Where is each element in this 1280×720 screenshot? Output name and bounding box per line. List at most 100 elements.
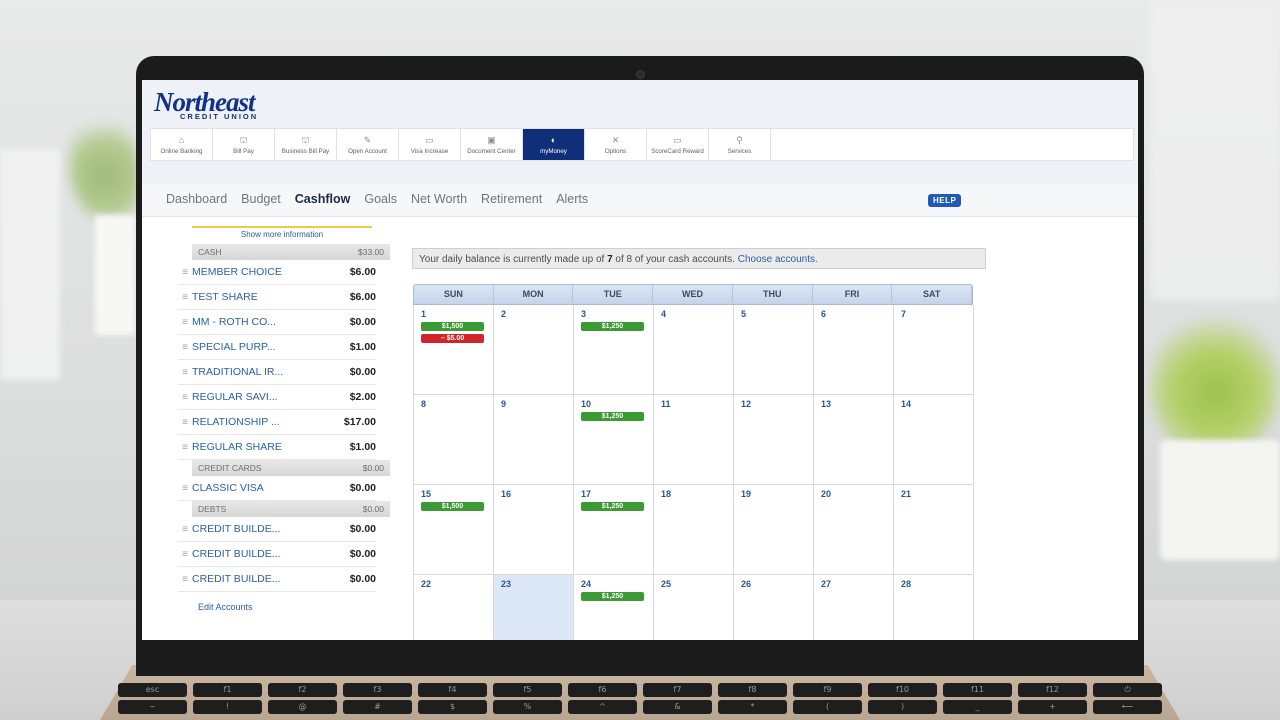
account-balance: $0.00 [349,316,376,328]
show-more-link[interactable]: Show more information [192,226,372,244]
keyboard-key: ( [793,700,862,714]
subnav-retirement[interactable]: Retirement [481,192,542,206]
account-name[interactable]: TRADITIONAL IR... [192,366,332,378]
nav-tab-scorecard-reward[interactable]: ▭ ScoreCard Reward [647,129,709,160]
income-event-pill[interactable]: $1,500 [421,502,484,511]
drag-handle-icon[interactable]: ≡ [178,267,192,278]
calendar-day-cell[interactable]: 26 [734,575,814,640]
drag-handle-icon[interactable]: ≡ [178,292,192,303]
calendar-day-cell[interactable]: 19 [734,485,814,575]
subnav-alerts[interactable]: Alerts [556,192,588,206]
calendar-day-cell[interactable]: 18 [654,485,734,575]
calendar-day-cell[interactable]: 7 [894,305,974,395]
nav-tab-business-bill-pay[interactable]: ⛫ Business Bill Pay [275,129,337,160]
calendar-day-cell[interactable]: 20 [814,485,894,575]
expense-event-pill[interactable]: – $5.00 [421,334,484,343]
subnav-net-worth[interactable]: Net Worth [411,192,467,206]
account-row[interactable]: ≡ CLASSIC VISA $0.00 [178,476,376,501]
drag-handle-icon[interactable]: ≡ [178,524,192,535]
calendar-day-cell[interactable]: 14 [894,395,974,485]
drag-handle-icon[interactable]: ≡ [178,317,192,328]
account-name[interactable]: MEMBER CHOICE [192,266,332,278]
account-row[interactable]: ≡ SPECIAL PURP... $1.00 [178,335,376,360]
calendar-day-cell[interactable]: 22 [414,575,494,640]
calendar-day-cell[interactable]: 1 $1,500 – $5.00 [414,305,494,395]
account-name[interactable]: TEST SHARE [192,291,332,303]
calendar-day-cell[interactable]: 28 [894,575,974,640]
income-event-pill[interactable]: $1,500 [421,322,484,331]
account-name[interactable]: RELATIONSHIP ... [192,416,332,428]
choose-accounts-link[interactable]: Choose accounts. [738,254,818,265]
account-row[interactable]: ≡ CREDIT BUILDE... $0.00 [178,517,376,542]
calendar-day-cell[interactable]: 24 $1,250 [574,575,654,640]
calendar-day-cell[interactable]: 5 [734,305,814,395]
nav-tab-open-account[interactable]: ✎ Open Account [337,129,399,160]
account-row[interactable]: ≡ TRADITIONAL IR... $0.00 [178,360,376,385]
account-name[interactable]: REGULAR SAVI... [192,391,332,403]
account-name[interactable]: CLASSIC VISA [192,482,332,494]
drag-handle-icon[interactable]: ≡ [178,549,192,560]
account-name[interactable]: CREDIT BUILDE... [192,573,332,585]
drag-handle-icon[interactable]: ≡ [178,483,192,494]
subnav-dashboard[interactable]: Dashboard [166,192,227,206]
subnav-budget[interactable]: Budget [241,192,281,206]
calendar-day-cell[interactable]: 27 [814,575,894,640]
income-event-pill[interactable]: $1,250 [581,412,644,421]
account-name[interactable]: CREDIT BUILDE... [192,523,332,535]
income-event-pill[interactable]: $1,250 [581,592,644,601]
nav-tab-visa-increase[interactable]: ▭ Visa Increase [399,129,461,160]
drag-handle-icon[interactable]: ≡ [178,574,192,585]
nav-tab-bill-pay[interactable]: ⛫ Bill Pay [213,129,275,160]
account-balance: $1.00 [349,441,376,453]
income-event-pill[interactable]: $1,250 [581,322,644,331]
account-name[interactable]: MM - ROTH CO... [192,316,332,328]
account-row[interactable]: ≡ MM - ROTH CO... $0.00 [178,310,376,335]
help-button[interactable]: HELP [928,194,962,207]
calendar-day-cell[interactable]: 21 [894,485,974,575]
calendar-day-cell[interactable]: 3 $1,250 [574,305,654,395]
account-name[interactable]: CREDIT BUILDE... [192,548,332,560]
calendar-day-cell[interactable]: 12 [734,395,814,485]
calendar-day-cell[interactable]: 2 [494,305,574,395]
calendar-day-cell[interactable]: 10 $1,250 [574,395,654,485]
drag-handle-icon[interactable]: ≡ [178,342,192,353]
drag-handle-icon[interactable]: ≡ [178,392,192,403]
calendar-day-cell[interactable]: 17 $1,250 [574,485,654,575]
day-number: 19 [741,489,752,499]
drag-handle-icon[interactable]: ≡ [178,442,192,453]
calendar-day-cell[interactable]: 25 [654,575,734,640]
account-row[interactable]: ≡ TEST SHARE $6.00 [178,285,376,310]
brand-logo[interactable]: Northeast CREDIT UNION [154,88,258,121]
subnav-cashflow[interactable]: Cashflow [295,192,351,206]
income-event-pill[interactable]: $1,250 [581,502,644,511]
account-row[interactable]: ≡ MEMBER CHOICE $6.00 [178,260,376,285]
calendar-day-cell[interactable]: 13 [814,395,894,485]
drag-handle-icon[interactable]: ≡ [178,367,192,378]
keyboard-key: % [493,700,562,714]
account-row[interactable]: ≡ RELATIONSHIP ... $17.00 [178,410,376,435]
drag-handle-icon[interactable]: ≡ [178,417,192,428]
calendar-day-cell[interactable]: 4 [654,305,734,395]
nav-tab-document-center[interactable]: ▣ Document Center [461,129,523,160]
calendar-day-cell[interactable]: 23 [494,575,574,640]
account-name[interactable]: SPECIAL PURP... [192,341,332,353]
account-row[interactable]: ≡ CREDIT BUILDE... $0.00 [178,542,376,567]
day-number: 23 [501,579,512,589]
account-name[interactable]: REGULAR SHARE [192,441,332,453]
nav-tab-services[interactable]: ⚲ Services [709,129,771,160]
edit-accounts-link[interactable]: Edit Accounts [198,602,392,612]
calendar-day-cell[interactable]: 6 [814,305,894,395]
account-row[interactable]: ≡ CREDIT BUILDE... $0.00 [178,567,376,592]
calendar-day-cell[interactable]: 9 [494,395,574,485]
calendar-day-cell[interactable]: 16 [494,485,574,575]
account-row[interactable]: ≡ REGULAR SHARE $1.00 [178,435,376,460]
calendar-day-cell[interactable]: 8 [414,395,494,485]
calendar-day-cell[interactable]: 11 [654,395,734,485]
nav-tab-mymoney[interactable]: ◐ myMoney [523,129,585,160]
calendar-day-cell[interactable]: 15 $1,500 [414,485,494,575]
subnav-goals[interactable]: Goals [364,192,397,206]
nav-tab-online-banking[interactable]: ⌂ Online Banking [151,129,213,160]
account-row[interactable]: ≡ REGULAR SAVI... $2.00 [178,385,376,410]
nav-tab-options[interactable]: ✕ Options [585,129,647,160]
day-number: 12 [741,399,752,409]
